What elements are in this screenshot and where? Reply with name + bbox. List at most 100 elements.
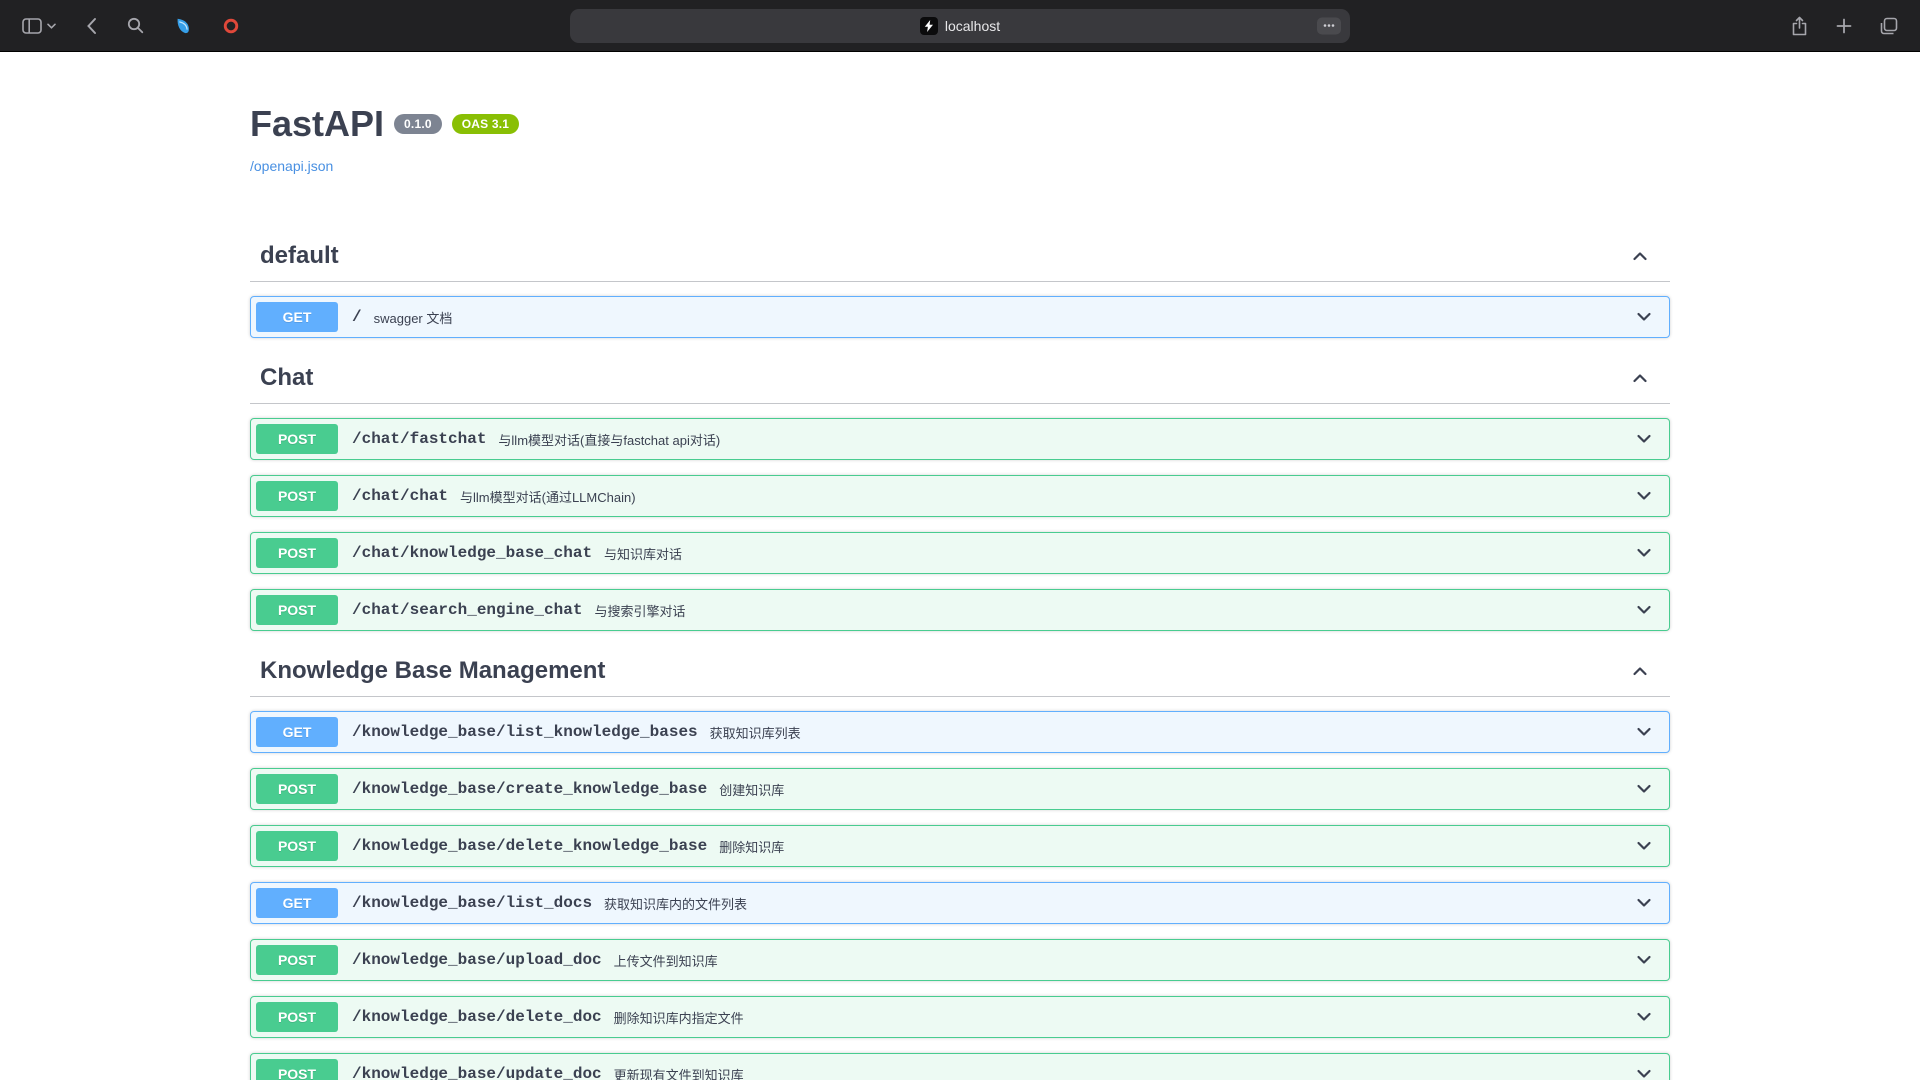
method-badge: POST (256, 481, 338, 511)
operation-path: /knowledge_base/delete_doc (352, 1008, 602, 1026)
new-tab-button[interactable] (1832, 14, 1856, 38)
method-badge: POST (256, 945, 338, 975)
expand-operation-icon[interactable] (1626, 307, 1664, 327)
back-button[interactable] (82, 13, 101, 39)
operation-row[interactable]: POST /chat/fastchat 与llm模型对话(直接与fastchat… (250, 418, 1670, 460)
swagger-page: FastAPI 0.1.0 OAS 3.1 /openapi.json defaul… (0, 52, 1920, 1080)
expand-operation-icon[interactable] (1626, 543, 1664, 563)
operation-summary: 与知识库对话 (604, 543, 1626, 563)
operation-row[interactable]: POST /chat/chat 与llm模型对话(通过LLMChain) (250, 475, 1670, 517)
tab-overview-button[interactable] (1876, 13, 1902, 39)
operation-path: /knowledge_base/list_docs (352, 894, 592, 912)
operation-row[interactable]: GET /knowledge_base/list_docs 获取知识库内的文件列… (250, 882, 1670, 924)
collapse-section-icon[interactable] (1630, 246, 1650, 266)
search-button[interactable] (123, 13, 148, 38)
collapse-section-icon[interactable] (1630, 368, 1650, 388)
sidebar-toggle-button[interactable] (18, 14, 60, 38)
chevron-down-icon (47, 23, 56, 29)
section-operations: POST /chat/fastchat 与llm模型对话(直接与fastchat… (250, 404, 1670, 631)
expand-operation-icon[interactable] (1626, 1007, 1664, 1027)
operation-row[interactable]: GET / swagger 文档 (250, 296, 1670, 338)
expand-operation-icon[interactable] (1626, 486, 1664, 506)
new-tab-icon (1836, 18, 1852, 34)
operation-summary: 创建知识库 (719, 779, 1626, 799)
expand-operation-icon[interactable] (1626, 600, 1664, 620)
operation-path: /knowledge_base/upload_doc (352, 951, 602, 969)
operation-summary: 删除知识库 (719, 836, 1626, 856)
operation-path: /knowledge_base/delete_knowledge_base (352, 837, 707, 855)
method-badge: GET (256, 717, 338, 747)
search-icon (127, 17, 144, 34)
operation-row[interactable]: POST /chat/search_engine_chat 与搜索引擎对话 (250, 589, 1670, 631)
openapi-link[interactable]: /openapi.json (250, 156, 333, 176)
oas-badge: OAS 3.1 (452, 114, 519, 134)
expand-operation-icon[interactable] (1626, 893, 1664, 913)
section-title: default (260, 241, 339, 271)
ellipsis-icon[interactable] (1317, 17, 1341, 34)
section-header[interactable]: default (250, 231, 1670, 282)
back-icon (86, 17, 97, 35)
extension-orange-button[interactable] (218, 13, 244, 39)
expand-operation-icon[interactable] (1626, 722, 1664, 742)
expand-operation-icon[interactable] (1626, 779, 1664, 799)
section-header[interactable]: Knowledge Base Management (250, 646, 1670, 697)
api-info: FastAPI 0.1.0 OAS 3.1 /openapi.json (250, 52, 1670, 176)
expand-operation-icon[interactable] (1626, 836, 1664, 856)
expand-operation-icon[interactable] (1626, 429, 1664, 449)
operation-summary: 获取知识库内的文件列表 (604, 893, 1626, 913)
operation-path: /chat/chat (352, 487, 448, 505)
operation-path: /knowledge_base/create_knowledge_base (352, 780, 707, 798)
method-badge: POST (256, 1059, 338, 1080)
version-badge: 0.1.0 (394, 114, 442, 134)
share-button[interactable] (1787, 12, 1812, 40)
section-operations: GET / swagger 文档 (250, 282, 1670, 338)
operation-summary: 与llm模型对话(直接与fastchat api对话) (498, 429, 1626, 449)
method-badge: POST (256, 1002, 338, 1032)
operation-summary: 删除知识库内指定文件 (614, 1007, 1626, 1027)
tag-section: default GET / swagger 文档 (250, 231, 1670, 338)
operation-path: / (352, 308, 362, 326)
site-favicon-icon (920, 17, 938, 35)
extension-orange-icon (222, 17, 240, 35)
operation-row[interactable]: POST /knowledge_base/upload_doc 上传文件到知识库 (250, 939, 1670, 981)
tag-section: Knowledge Base Management GET /knowledge… (250, 646, 1670, 1080)
operation-row[interactable]: GET /knowledge_base/list_knowledge_bases… (250, 711, 1670, 753)
operation-path: /chat/knowledge_base_chat (352, 544, 592, 562)
operation-summary: 与搜索引擎对话 (594, 600, 1626, 620)
share-icon (1791, 16, 1808, 36)
collapse-section-icon[interactable] (1630, 661, 1650, 681)
operation-row[interactable]: POST /chat/knowledge_base_chat 与知识库对话 (250, 532, 1670, 574)
operation-path: /chat/search_engine_chat (352, 601, 582, 619)
expand-operation-icon[interactable] (1626, 1064, 1664, 1080)
api-sections: default GET / swagger 文档 Chat (250, 231, 1670, 1080)
method-badge: POST (256, 595, 338, 625)
api-title-text: FastAPI (250, 103, 384, 144)
method-badge: GET (256, 302, 338, 332)
operation-path: /chat/fastchat (352, 430, 486, 448)
section-title: Chat (260, 363, 313, 393)
tab-overview-icon (1880, 17, 1898, 35)
operation-summary: 更新现有文件到知识库 (614, 1064, 1626, 1080)
method-badge: POST (256, 831, 338, 861)
operation-row[interactable]: POST /knowledge_base/delete_knowledge_ba… (250, 825, 1670, 867)
expand-operation-icon[interactable] (1626, 950, 1664, 970)
address-bar[interactable]: localhost (570, 9, 1350, 43)
operation-row[interactable]: POST /knowledge_base/update_doc 更新现有文件到知… (250, 1053, 1670, 1080)
operation-path: /knowledge_base/update_doc (352, 1065, 602, 1080)
operation-row[interactable]: POST /knowledge_base/delete_doc 删除知识库内指定… (250, 996, 1670, 1038)
operation-row[interactable]: POST /knowledge_base/create_knowledge_ba… (250, 768, 1670, 810)
section-title: Knowledge Base Management (260, 656, 605, 686)
operation-path: /knowledge_base/list_knowledge_bases (352, 723, 698, 741)
method-badge: POST (256, 774, 338, 804)
operation-summary: 与llm模型对话(通过LLMChain) (460, 486, 1626, 506)
extension-blue-button[interactable] (170, 13, 196, 39)
method-badge: GET (256, 888, 338, 918)
sidebar-icon (22, 18, 42, 34)
url-text: localhost (945, 18, 1000, 34)
browser-toolbar: localhost (0, 0, 1920, 52)
extension-blue-icon (174, 17, 192, 35)
method-badge: POST (256, 424, 338, 454)
operation-summary: 获取知识库列表 (710, 722, 1626, 742)
section-header[interactable]: Chat (250, 353, 1670, 404)
section-operations: GET /knowledge_base/list_knowledge_bases… (250, 697, 1670, 1080)
